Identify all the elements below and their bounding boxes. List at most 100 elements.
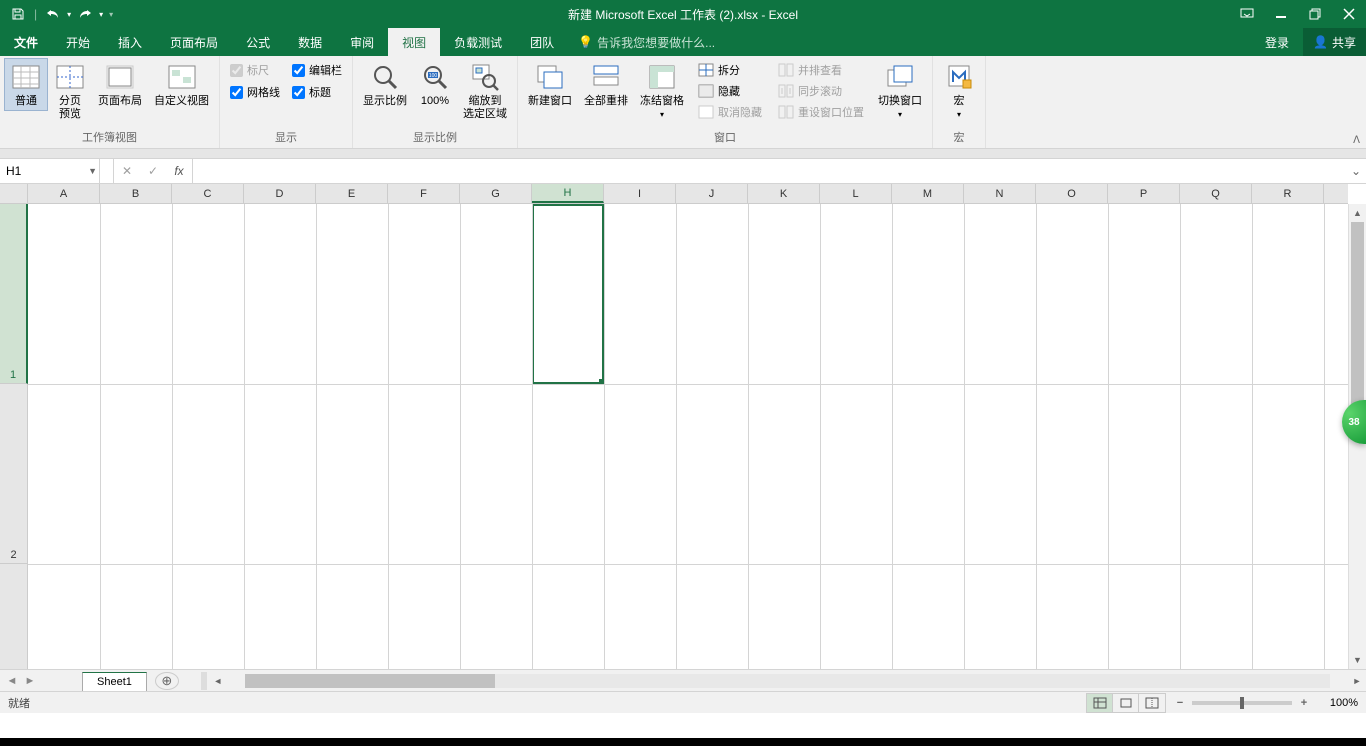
scroll-up-button[interactable]: ▲ bbox=[1349, 204, 1366, 222]
close-button[interactable] bbox=[1332, 0, 1366, 28]
tab-insert[interactable]: 插入 bbox=[104, 28, 156, 56]
tell-me-search[interactable]: 💡 告诉我您想要做什么... bbox=[568, 28, 715, 56]
switch-windows-button[interactable]: 切换窗口▾ bbox=[872, 58, 928, 124]
title-bar: | ▾ ▾ ▾ 新建 Microsoft Excel 工作表 (2).xlsx … bbox=[0, 0, 1366, 28]
column-header-G[interactable]: G bbox=[460, 184, 532, 203]
cells-area[interactable] bbox=[28, 204, 1348, 669]
select-all-button[interactable] bbox=[0, 184, 28, 204]
tab-load-test[interactable]: 负载测试 bbox=[440, 28, 516, 56]
zoom-level[interactable]: 100% bbox=[1318, 697, 1358, 709]
horizontal-scrollbar[interactable]: ◄ ► bbox=[199, 672, 1366, 690]
normal-view-button[interactable]: 普通 bbox=[4, 58, 48, 111]
zoom-out-button[interactable]: − bbox=[1172, 697, 1188, 709]
sheet-tab-bar: ◄ ► Sheet1 ⊕ ◄ ► bbox=[0, 669, 1366, 691]
tab-team[interactable]: 团队 bbox=[516, 28, 568, 56]
expand-formula-bar-button[interactable]: ⌄ bbox=[1346, 159, 1366, 183]
sheet-tab-sheet1[interactable]: Sheet1 bbox=[82, 672, 147, 691]
row-header-2[interactable]: 2 bbox=[0, 384, 27, 564]
column-header-P[interactable]: P bbox=[1108, 184, 1180, 203]
tab-formulas[interactable]: 公式 bbox=[232, 28, 284, 56]
zoom-in-button[interactable]: + bbox=[1296, 697, 1312, 709]
custom-views-button[interactable]: 自定义视图 bbox=[148, 58, 215, 111]
vscroll-thumb[interactable] bbox=[1351, 222, 1364, 422]
group-label-workbook-views: 工作簿视图 bbox=[4, 127, 215, 148]
tab-page-layout[interactable]: 页面布局 bbox=[156, 28, 232, 56]
scroll-right-button[interactable]: ► bbox=[1348, 676, 1366, 686]
tab-view[interactable]: 视图 bbox=[388, 28, 440, 56]
formula-input[interactable] bbox=[193, 159, 1346, 183]
column-header-L[interactable]: L bbox=[820, 184, 892, 203]
add-sheet-button[interactable]: ⊕ bbox=[155, 672, 179, 690]
column-header-E[interactable]: E bbox=[316, 184, 388, 203]
arrange-all-button[interactable]: 全部重排 bbox=[578, 58, 634, 111]
scroll-left-button[interactable]: ◄ bbox=[209, 676, 227, 686]
page-break-status-button[interactable] bbox=[1139, 694, 1165, 712]
split-button[interactable]: 拆分 bbox=[694, 60, 766, 80]
row-headers: 12 bbox=[0, 204, 28, 669]
hscroll-split[interactable] bbox=[201, 672, 207, 690]
normal-view-status-button[interactable] bbox=[1087, 694, 1113, 712]
sheet-nav-next[interactable]: ► bbox=[22, 675, 38, 687]
column-header-N[interactable]: N bbox=[964, 184, 1036, 203]
selected-cell[interactable] bbox=[532, 204, 604, 384]
column-header-H[interactable]: H bbox=[532, 184, 604, 203]
dropdown-icon[interactable]: ▼ bbox=[88, 166, 97, 176]
row-header-1[interactable]: 1 bbox=[0, 204, 28, 384]
tab-data[interactable]: 数据 bbox=[284, 28, 336, 56]
cancel-formula-button[interactable]: ✕ bbox=[114, 159, 140, 183]
scroll-down-button[interactable]: ▼ bbox=[1349, 651, 1366, 669]
column-header-J[interactable]: J bbox=[676, 184, 748, 203]
page-layout-status-button[interactable] bbox=[1113, 694, 1139, 712]
page-break-preview-button[interactable]: 分页 预览 bbox=[48, 58, 92, 124]
column-header-K[interactable]: K bbox=[748, 184, 820, 203]
worksheet-grid[interactable]: ABCDEFGHIJKLMNOPQR 12 ▲ ▼ bbox=[0, 184, 1366, 669]
zoom-to-selection-button[interactable]: 缩放到 选定区域 bbox=[457, 58, 513, 124]
zoom-100-button[interactable]: 100 100% bbox=[413, 58, 457, 111]
enter-formula-button[interactable]: ✓ bbox=[140, 159, 166, 183]
headings-checkbox[interactable]: 标题 bbox=[292, 84, 342, 100]
macros-button[interactable]: 宏▾ bbox=[937, 58, 981, 124]
column-header-F[interactable]: F bbox=[388, 184, 460, 203]
column-header-I[interactable]: I bbox=[604, 184, 676, 203]
column-header-R[interactable]: R bbox=[1252, 184, 1324, 203]
column-header-Q[interactable]: Q bbox=[1180, 184, 1252, 203]
login-button[interactable]: 登录 bbox=[1251, 28, 1303, 56]
restore-button[interactable] bbox=[1298, 0, 1332, 28]
tab-review[interactable]: 审阅 bbox=[336, 28, 388, 56]
collapse-ribbon-button[interactable]: ᐱ bbox=[1353, 135, 1360, 146]
split-icon bbox=[698, 62, 714, 78]
zoom-button[interactable]: 显示比例 bbox=[357, 58, 413, 111]
freeze-panes-button[interactable]: 冻结窗格▾ bbox=[634, 58, 690, 124]
insert-function-button[interactable]: fx bbox=[166, 159, 192, 183]
column-header-D[interactable]: D bbox=[244, 184, 316, 203]
hscroll-thumb[interactable] bbox=[245, 674, 495, 688]
column-header-M[interactable]: M bbox=[892, 184, 964, 203]
column-header-B[interactable]: B bbox=[100, 184, 172, 203]
undo-button[interactable] bbox=[41, 2, 65, 26]
formula-bar-checkbox[interactable]: 编辑栏 bbox=[292, 62, 342, 78]
zoom-track[interactable] bbox=[1192, 701, 1292, 705]
column-header-C[interactable]: C bbox=[172, 184, 244, 203]
new-window-button[interactable]: 新建窗口 bbox=[522, 58, 578, 111]
redo-button[interactable] bbox=[73, 2, 97, 26]
sheet-nav-prev[interactable]: ◄ bbox=[4, 675, 20, 687]
tab-home[interactable]: 开始 bbox=[52, 28, 104, 56]
gridlines-checkbox[interactable]: 网格线 bbox=[230, 84, 280, 100]
quick-access-toolbar: | ▾ ▾ ▾ bbox=[0, 2, 113, 26]
share-button[interactable]: 👤 共享 bbox=[1303, 28, 1366, 56]
new-window-icon bbox=[534, 61, 566, 93]
group-label-zoom: 显示比例 bbox=[357, 127, 513, 148]
column-header-A[interactable]: A bbox=[28, 184, 100, 203]
column-header-O[interactable]: O bbox=[1036, 184, 1108, 203]
zoom-slider[interactable]: − + bbox=[1172, 697, 1312, 709]
page-layout-icon bbox=[104, 61, 136, 93]
ribbon-options-button[interactable] bbox=[1230, 0, 1264, 28]
sync-scroll-icon bbox=[778, 83, 794, 99]
hide-button[interactable]: 隐藏 bbox=[694, 81, 766, 101]
minimize-button[interactable] bbox=[1264, 0, 1298, 28]
name-box[interactable]: H1 ▼ bbox=[0, 159, 100, 183]
tab-file[interactable]: 文件 bbox=[0, 28, 52, 56]
zoom-thumb[interactable] bbox=[1240, 697, 1244, 709]
page-layout-view-button[interactable]: 页面布局 bbox=[92, 58, 148, 111]
save-button[interactable] bbox=[6, 2, 30, 26]
